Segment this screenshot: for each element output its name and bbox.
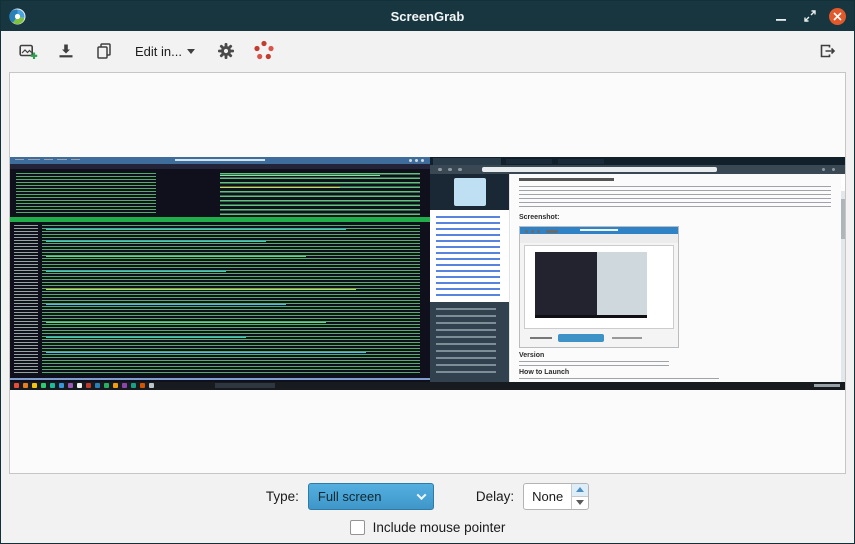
upload-service-icon bbox=[252, 39, 276, 63]
type-combobox[interactable]: Full screen bbox=[308, 483, 434, 510]
new-screenshot-icon bbox=[18, 41, 38, 61]
maximize-icon bbox=[803, 9, 817, 23]
thumb-taskbar bbox=[10, 382, 845, 390]
capture-options-row: Type: Full screen Delay: None bbox=[1, 482, 854, 510]
chevron-down-icon bbox=[187, 49, 195, 54]
terminal-meter-lines bbox=[16, 173, 156, 213]
thumb-terminal-menubar bbox=[10, 164, 430, 169]
new-screenshot-button[interactable] bbox=[13, 36, 43, 66]
terminal-pid-column bbox=[14, 225, 38, 373]
delay-decrement-button[interactable] bbox=[572, 497, 588, 509]
close-button[interactable] bbox=[829, 8, 846, 25]
quit-icon bbox=[817, 41, 837, 61]
browser-active-tab bbox=[433, 158, 501, 165]
include-pointer-checkbox[interactable] bbox=[350, 520, 365, 535]
browser-scrollbar bbox=[841, 191, 845, 390]
screenshot-preview: Screenshot: bbox=[10, 157, 845, 390]
delay-value: None bbox=[532, 489, 563, 504]
maximize-button[interactable] bbox=[800, 6, 820, 26]
embedded-screengrab-image bbox=[519, 226, 679, 348]
settings-button[interactable] bbox=[211, 36, 241, 66]
browser-urlbar bbox=[482, 167, 717, 172]
titlebar[interactable]: ScreenGrab bbox=[1, 1, 854, 31]
delay-spinbox[interactable]: None bbox=[523, 483, 589, 510]
copy-button[interactable] bbox=[89, 36, 119, 66]
minimize-icon bbox=[775, 10, 787, 22]
terminal-summary-lines bbox=[220, 173, 420, 215]
type-value: Full screen bbox=[318, 489, 382, 504]
preview-area: Screenshot: bbox=[9, 72, 846, 474]
lubuntu-logo-icon bbox=[9, 8, 26, 25]
toolbar: Edit in... bbox=[1, 31, 854, 71]
copy-icon bbox=[94, 41, 114, 61]
combobox-arrow bbox=[411, 484, 433, 509]
window-buttons bbox=[771, 6, 846, 26]
page-launch-heading: How to Launch bbox=[519, 369, 569, 376]
edit-in-label: Edit in... bbox=[135, 44, 182, 59]
type-label: Type: bbox=[266, 489, 299, 504]
save-button[interactable] bbox=[51, 36, 81, 66]
terminal-process-rows bbox=[42, 225, 420, 373]
save-icon bbox=[56, 41, 76, 61]
taskbar-clock bbox=[814, 384, 840, 387]
delay-label: Delay: bbox=[476, 489, 514, 504]
page-title-line bbox=[519, 178, 614, 181]
page-screenshot-heading: Screenshot: bbox=[519, 214, 559, 221]
thumb-terminal-window bbox=[10, 157, 430, 382]
terminal-header-row bbox=[10, 217, 430, 222]
gear-icon bbox=[216, 41, 236, 61]
page-version-heading: Version bbox=[519, 352, 544, 359]
quit-button[interactable] bbox=[812, 36, 842, 66]
close-icon bbox=[833, 12, 842, 21]
sidebar-cover-image bbox=[454, 178, 486, 206]
page-content: Screenshot: bbox=[511, 174, 841, 382]
browser-page: Screenshot: bbox=[430, 174, 845, 382]
browser-navbar bbox=[430, 165, 845, 174]
delay-increment-button[interactable] bbox=[572, 484, 588, 497]
include-pointer-label[interactable]: Include mouse pointer bbox=[373, 520, 506, 535]
minimize-button[interactable] bbox=[771, 6, 791, 26]
screengrab-window: ScreenGrab bbox=[0, 0, 855, 544]
thumb-browser-window: Screenshot: bbox=[430, 157, 845, 382]
terminal-status-line bbox=[10, 378, 430, 380]
page-sidebar bbox=[430, 174, 510, 382]
page-paragraph-lines bbox=[519, 186, 831, 210]
edit-in-button[interactable]: Edit in... bbox=[127, 36, 203, 66]
window-title: ScreenGrab bbox=[1, 9, 854, 24]
upload-button[interactable] bbox=[249, 36, 279, 66]
sidebar-chapter-links bbox=[436, 216, 500, 296]
pointer-option-row: Include mouse pointer bbox=[1, 515, 854, 539]
